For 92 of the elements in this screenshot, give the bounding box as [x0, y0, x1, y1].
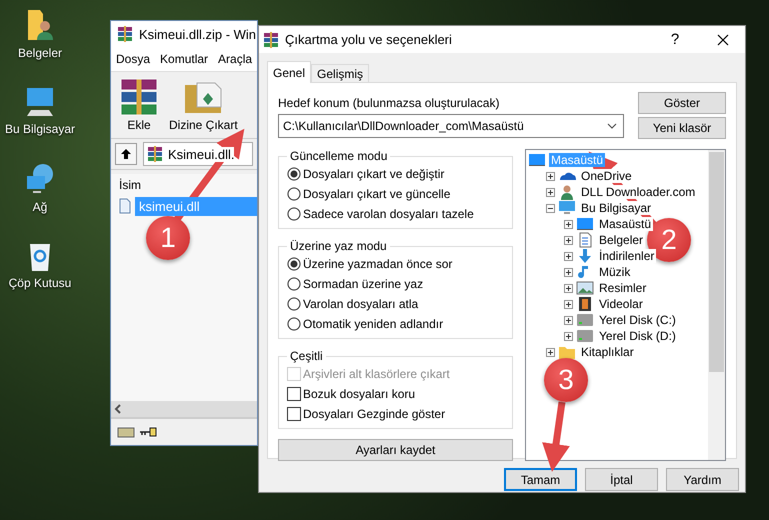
radio-button[interactable] [287, 166, 301, 180]
option-label[interactable]: Otomatik yeniden adlandır [303, 316, 444, 330]
dialog-button[interactable]: İptal [585, 468, 658, 491]
group-title: Çeşitli [289, 349, 324, 363]
option-label[interactable]: Dosyaları Gezginde göster [303, 406, 446, 420]
option-label[interactable]: Varolan dosyaları atla [303, 296, 418, 310]
horizontal-scrollbar[interactable] [111, 401, 257, 417]
expand-icon[interactable] [564, 220, 573, 228]
folder-icon [558, 344, 576, 360]
archive-books-icon [119, 79, 159, 115]
destination-dropdown[interactable]: C:\Kullanıcılar\DllDownloader_com\Masaüstü [278, 114, 624, 138]
desktop-icon [576, 216, 594, 232]
user-icon [558, 184, 576, 200]
close-icon [717, 34, 729, 46]
tree-item[interactable]: OneDrive [579, 169, 634, 183]
tree-item[interactable]: Belgeler [597, 233, 646, 247]
tree-item[interactable]: Resimler [597, 281, 648, 295]
dialog-title: Çıkartma yolu ve seçenekleri [285, 32, 453, 47]
computer-icon [558, 200, 576, 216]
tree-item[interactable]: İndirilenler [597, 249, 656, 263]
tree-item[interactable]: Videolar [597, 297, 645, 311]
key-icon [139, 427, 157, 437]
callout-arrow [542, 402, 570, 472]
option-label[interactable]: Bozuk dosyaları koru [303, 386, 416, 400]
expand-icon[interactable] [546, 188, 555, 196]
file-icon [119, 198, 131, 214]
radio-button[interactable] [287, 296, 301, 310]
radio-button[interactable] [287, 276, 301, 290]
help-button[interactable]: ? [655, 26, 695, 53]
window-title: Ksimeui.dll.zip - Win [139, 26, 256, 42]
expand-icon[interactable] [546, 348, 555, 356]
option-label[interactable]: Üzerine yazmadan önce sor [303, 256, 452, 270]
dialog-button[interactable]: Tamam [504, 468, 577, 491]
menu-item[interactable]: Komutlar [160, 52, 208, 66]
column-header[interactable]: İsim [119, 178, 141, 192]
vertical-scrollbar[interactable] [708, 150, 725, 460]
group-title: Üzerine yaz modu [289, 239, 388, 253]
archive-books-icon [147, 146, 163, 162]
film-icon [576, 296, 594, 312]
toolbar-button[interactable]: Dizine Çıkart [167, 79, 240, 136]
archive-books-icon [117, 26, 133, 42]
radio-button[interactable] [287, 316, 301, 330]
drive-icon [576, 328, 594, 344]
dialog-button[interactable]: Yeni klasör [638, 117, 726, 139]
tab[interactable]: Genel [267, 61, 312, 83]
collapse-icon[interactable] [546, 204, 555, 212]
checkbox[interactable] [287, 386, 301, 400]
down-arrow-icon [576, 248, 594, 264]
tree-item[interactable]: Yerel Disk (D:) [597, 329, 678, 343]
field-label: Hedef konum (bulunmazsa oluşturulacak) [278, 96, 500, 110]
expand-icon[interactable] [564, 236, 573, 244]
save-settings-button[interactable]: Ayarları kaydet [278, 439, 513, 461]
toolbar-button[interactable]: Ekle [117, 79, 161, 136]
tab[interactable]: Gelişmiş [311, 64, 370, 82]
expand-icon[interactable] [564, 300, 573, 308]
desktop-icon-label[interactable]: Çöp Kutusu [8, 276, 72, 290]
checkbox[interactable] [287, 406, 301, 420]
tree-item[interactable]: Kitaplıklar [579, 345, 636, 359]
expand-icon[interactable] [564, 268, 573, 276]
desktop-icon-label[interactable]: Ağ [32, 200, 48, 214]
option-label[interactable]: Dosyaları çıkart ve değiştir [303, 166, 444, 180]
radio-button[interactable] [287, 256, 301, 270]
up-folder-button[interactable] [115, 143, 137, 165]
radio-button[interactable] [287, 186, 301, 200]
up-arrow-icon [120, 148, 132, 160]
archive-books-icon [263, 32, 279, 48]
expand-icon[interactable] [564, 332, 573, 340]
option-label[interactable]: Sadece varolan dosyaları tazele [303, 206, 474, 220]
drive-icon [117, 426, 135, 438]
desktop-icon-label[interactable]: Belgeler [18, 46, 62, 60]
picture-icon [576, 280, 594, 296]
drive-icon [576, 312, 594, 328]
option-label[interactable]: Sormadan üzerine yaz [303, 276, 424, 290]
group-title: Güncelleme modu [289, 149, 388, 163]
expand-icon[interactable] [564, 252, 573, 260]
menu-item[interactable]: Araçla [218, 52, 252, 66]
tree-item[interactable]: Bu Bilgisayar [579, 201, 654, 215]
menu-item[interactable]: Dosya [116, 52, 150, 66]
tree-item[interactable]: Yerel Disk (C:) [597, 313, 678, 327]
tree-item[interactable]: DLL Downloader.com [579, 185, 698, 199]
option-label[interactable]: Dosyaları çıkart ve güncelle [303, 186, 450, 200]
expand-icon[interactable] [546, 172, 555, 180]
radio-button[interactable] [287, 206, 301, 220]
tree-item[interactable]: Masaüstü [597, 217, 654, 231]
dialog-button[interactable]: Göster [638, 92, 726, 114]
dialog-button[interactable]: Yardım [666, 468, 739, 491]
desktop-icon-label[interactable]: Bu Bilgisayar [4, 122, 76, 136]
expand-icon[interactable] [564, 284, 573, 292]
expand-icon[interactable] [564, 316, 573, 324]
path-field[interactable]: Ksimeui.dll. [143, 142, 253, 166]
tree-item[interactable]: Müzik [597, 265, 632, 279]
desktop-icon [528, 152, 546, 168]
